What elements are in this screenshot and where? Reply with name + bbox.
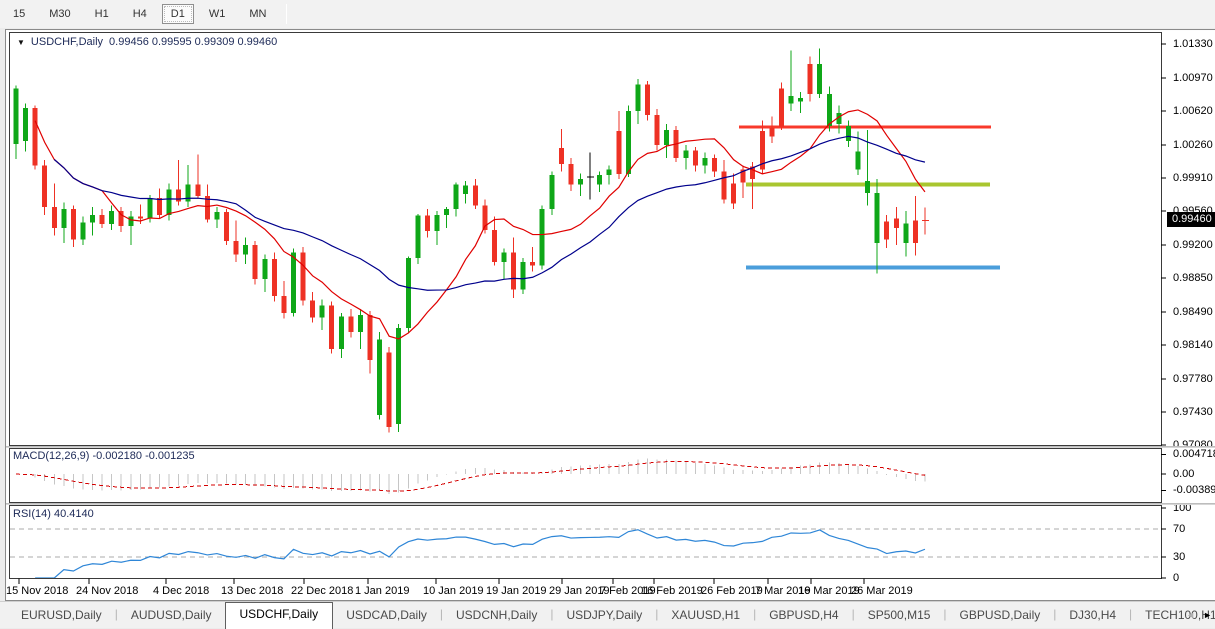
tab-scroll-left-icon[interactable]: ◄: [1186, 610, 1195, 620]
price-axis-label: 1.00260: [1173, 139, 1213, 151]
macd-axis-label: -0.003893: [1173, 484, 1215, 496]
price-axis-label: 1.00970: [1173, 72, 1213, 84]
pane-splitter-rsi[interactable]: [6, 503, 1215, 505]
timeframe-button-h4[interactable]: H4: [124, 4, 156, 24]
timeframe-button-15[interactable]: 15: [4, 4, 34, 24]
rsi-axis-label: 70: [1173, 523, 1185, 535]
tab-usdcnh-daily[interactable]: USDCNH,Daily: [443, 604, 550, 628]
date-axis-label: 15 Nov 2018: [6, 585, 68, 597]
price-axis-label: 0.98850: [1173, 272, 1213, 284]
tab-eurusd-daily[interactable]: EURUSD,Daily: [8, 604, 115, 628]
timeframe-button-h1[interactable]: H1: [86, 4, 118, 24]
date-axis-label: 26 Feb 2019: [701, 585, 763, 597]
chart-window[interactable]: ▼ USDCHF,Daily 0.99456 0.99595 0.99309 0…: [5, 29, 1215, 601]
timeframe-button-w1[interactable]: W1: [200, 4, 235, 24]
price-axis-label: 1.00620: [1173, 105, 1213, 117]
price-axis-label: 0.98140: [1173, 339, 1213, 351]
price-axis-label: 0.97430: [1173, 406, 1213, 418]
date-axis-label: 19 Jan 2019: [486, 585, 547, 597]
current-price-tag: 0.99460: [1167, 212, 1215, 227]
timeframe-button-m30[interactable]: M30: [40, 4, 79, 24]
price-axis-label: 1.01330: [1173, 38, 1213, 50]
price-axis-label: 0.97780: [1173, 373, 1213, 385]
tab-gbpusd-daily[interactable]: GBPUSD,Daily: [947, 604, 1054, 628]
date-axis-label: 24 Nov 2018: [76, 585, 138, 597]
date-axis-label: 1 Jan 2019: [355, 585, 409, 597]
rsi-axis-label: 30: [1173, 551, 1185, 563]
date-axis-label: 10 Jan 2019: [423, 585, 484, 597]
tab-usdchf-daily[interactable]: USDCHF,Daily: [225, 602, 334, 629]
tab-scroll-right-icon[interactable]: ►: [1203, 610, 1212, 620]
macd-axis-label: 0.004718: [1173, 448, 1215, 460]
macd-indicator-label: MACD(12,26,9) -0.002180 -0.001235: [13, 450, 195, 462]
price-axis-label: 0.98490: [1173, 306, 1213, 318]
tab-usdjpy-daily[interactable]: USDJPY,Daily: [553, 604, 655, 628]
macd-axis-label: 0.00: [1173, 468, 1194, 480]
date-axis-label: 16 Feb 2019: [641, 585, 703, 597]
timeframe-button-mn[interactable]: MN: [240, 4, 275, 24]
toolbar-separator: [286, 4, 287, 24]
mt4-terminal: { "toolbar": { "timeframes": [ {"label":…: [0, 0, 1215, 628]
tab-sp500-m15[interactable]: SP500,M15: [855, 604, 944, 628]
tab-audusd-daily[interactable]: AUDUSD,Daily: [118, 604, 225, 628]
chart-title-symbol: USDCHF,Daily: [31, 36, 103, 48]
tab-usdcad-daily[interactable]: USDCAD,Daily: [333, 604, 440, 628]
price-axis-label: 0.99200: [1173, 239, 1213, 251]
timeframe-toolbar: 15 M30 H1 H4 D1 W1MN: [0, 0, 1215, 28]
chart-title-ohlc: 0.99456 0.99595 0.99309 0.99460: [109, 36, 277, 48]
chart-title: ▼ USDCHF,Daily 0.99456 0.99595 0.99309 0…: [17, 36, 277, 48]
date-axis-label: 22 Dec 2018: [291, 585, 353, 597]
tab-gbpusd-h4[interactable]: GBPUSD,H4: [756, 604, 851, 628]
date-axis-label: 4 Dec 2018: [153, 585, 209, 597]
pane-splitter-macd[interactable]: [6, 446, 1215, 448]
price-axis-label: 0.99910: [1173, 172, 1213, 184]
tab-dj30-h4[interactable]: DJ30,H4: [1056, 604, 1129, 628]
chart-plot-area[interactable]: [6, 30, 1215, 602]
date-axis-label: 26 Mar 2019: [851, 585, 913, 597]
tab-xauusd-h1[interactable]: XAUUSD,H1: [658, 604, 753, 628]
timeframe-button-d1[interactable]: D1: [162, 4, 194, 24]
date-axis-label: 13 Dec 2018: [221, 585, 283, 597]
rsi-indicator-label: RSI(14) 40.4140: [13, 508, 94, 520]
rsi-axis-label: 0: [1173, 572, 1179, 584]
symbol-dropdown-icon[interactable]: ▼: [17, 38, 25, 47]
chart-tab-bar: EURUSD,Daily|AUDUSD,DailyUSDCHF,DailyUSD…: [0, 601, 1215, 628]
